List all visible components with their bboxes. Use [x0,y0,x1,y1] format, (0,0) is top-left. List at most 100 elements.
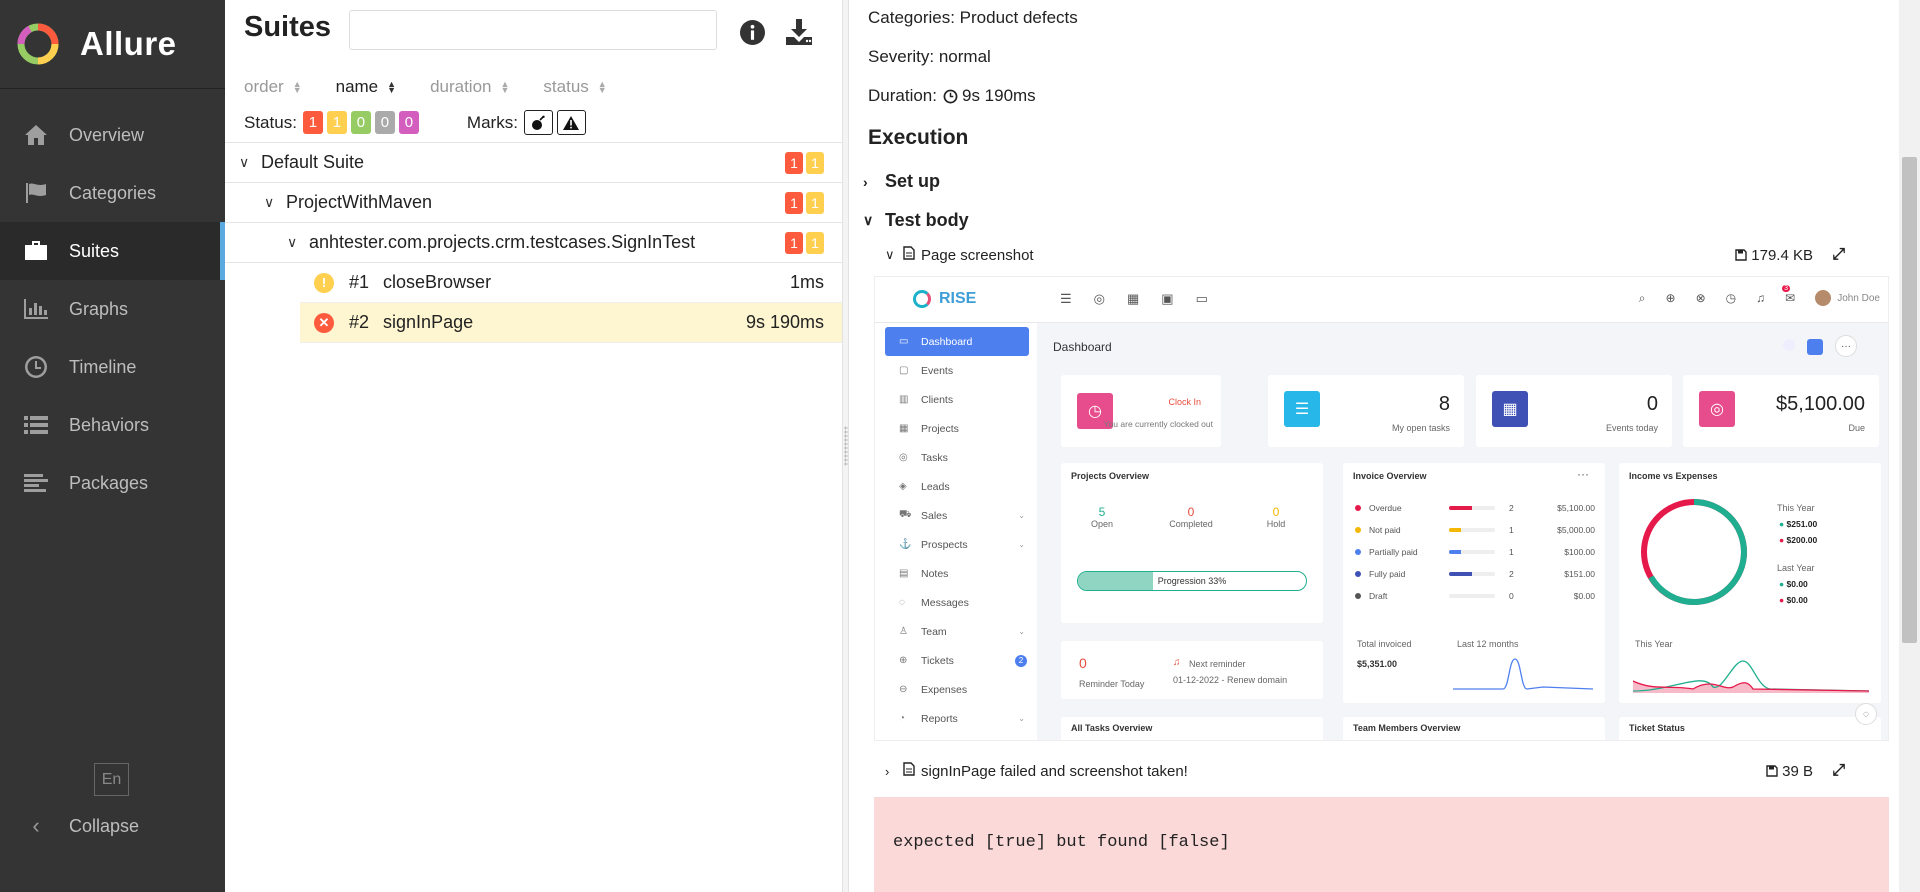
chevron-down-icon: ∨ [885,247,895,262]
screenshot-nav-item: ⛟ Sales ⌄ [875,501,1037,530]
sidebar-item-label: Packages [69,472,149,493]
screenshot-nav-item: ♙ Team ⌄ [875,617,1037,646]
setup-section-toggle[interactable]: › Set up [863,171,940,192]
info-icon[interactable] [740,20,765,45]
chevron-down-icon: ∨ [863,212,874,228]
attachment-size: 179.4 KB [1735,247,1813,264]
status-dot-icon [1355,571,1361,577]
sidebar-item-graphs[interactable]: Graphs [0,280,225,338]
invoice-row-bar-fill [1449,572,1472,576]
tree-node-class[interactable]: ∨ anhtester.com.projects.crm.testcases.S… [225,223,842,263]
screenshot-nav-item: ⊕ Tickets 2 [875,646,1037,675]
bell-icon: ♫ [1173,657,1181,668]
tree-node-project[interactable]: ∨ ProjectWithMaven 1 1 [225,183,842,223]
this-income-value: $251.00 [1786,519,1818,529]
count-failed: 1 [785,231,803,254]
sidebar-item-categories[interactable]: Categories [0,164,225,222]
pane-splitter[interactable] [842,0,849,892]
reminder-label: Reminder Today [1079,679,1145,689]
screenshot-nav-item: ◈ Leads [875,472,1037,501]
status-failed-toggle[interactable]: 1 [302,111,323,134]
align-left-icon [22,471,50,495]
screenshot-nav-label: Clients [921,393,954,406]
status-dot-icon [1355,505,1361,511]
attachment-log-header[interactable]: › signInPage failed and screenshot taken… [885,759,1885,783]
expand-icon[interactable]: ⤢ [1832,246,1845,264]
status-skipped-toggle[interactable]: 0 [374,111,395,134]
scrollbar[interactable] [1899,0,1920,892]
home-icon [22,123,50,147]
test-case-row[interactable]: ! #1 closeBrowser 1ms [300,263,842,303]
sidebar-item-packages[interactable]: Packages [0,454,225,512]
screenshot-sidebar: ▭ Dashboard ▢ Events ▥ Clients ▦ Projects ◎ Tasks… [875,323,1037,740]
dot-icon [1783,339,1795,351]
warning-icon[interactable] [556,110,586,135]
test-body-section-toggle[interactable]: ∨ Test body [863,210,969,231]
projects-overview-card: Projects Overview 5 Open 0 Completed 0 H… [1061,463,1323,623]
file-icon [903,762,915,780]
page-title: Suites [244,11,332,43]
menu-icon: ☰ [1060,291,1072,306]
sort-status[interactable]: status ▲ ▼ [543,77,606,97]
grid-icon: ▦ [1127,291,1140,306]
test-details-pane: Categories: Product defects Severity: no… [849,0,1899,892]
flaky-bomb-icon[interactable] [523,110,553,135]
duration-label: Duration: [868,86,937,105]
sidebar-item-timeline[interactable]: Timeline [0,338,225,396]
red-dot-icon: ● [1779,535,1785,545]
attachment-screenshot-header[interactable]: ∨ Page screenshot 179.4 KB ⤢ [885,243,1885,267]
clock-card: ◷ Clock In You are currently clocked out [1061,375,1221,447]
sidebar-item-suites[interactable]: Suites [0,222,225,280]
sort-duration[interactable]: duration ▲ ▼ [430,77,509,97]
collapse-button[interactable]: ‹ Collapse [22,810,139,842]
income-chart-label: This Year [1635,639,1673,649]
income-donut-chart [1641,499,1747,605]
invoice-row-label: Draft [1369,591,1388,601]
chevron-down-icon: ⌄ [1018,714,1025,723]
events-value: 0 [1646,393,1658,415]
status-unknown-toggle[interactable]: 0 [398,111,419,134]
nav-icon: ⊖ [899,684,908,695]
last-expense-value: $0.00 [1786,595,1808,605]
search-input[interactable] [349,10,717,50]
screenshot-nav-label: Reports [921,712,958,725]
invoice-row-count: 1 [1509,547,1514,557]
sort-order[interactable]: order ▲ ▼ [244,77,302,97]
sidebar-item-label: Timeline [69,356,137,377]
screenshot-nav-item: ⚓ Prospects ⌄ [875,530,1037,559]
collapse-label: Collapse [69,815,140,836]
attachment-size-value: 179.4 KB [1751,246,1813,264]
open-tasks-value: 8 [1438,393,1450,415]
sidebar-item-overview[interactable]: Overview [0,106,225,164]
income-area-chart [1633,660,1869,693]
events-card: ▦ 0 Events today [1476,375,1672,447]
save-icon [1766,765,1778,777]
download-icon[interactable] [784,17,814,47]
invoice-row-label: Fully paid [1369,569,1406,579]
invoice-row-amount: $5,000.00 [1557,525,1595,535]
test-case-row-selected[interactable]: ✕ #2 signInPage 9s 190ms [300,303,842,343]
sort-name[interactable]: name ▲ ▼ [336,77,396,97]
tree-node-counts: 1 1 [782,151,824,174]
test-case-number: #1 [349,272,370,292]
invoice-overview-card: Invoice Overview ··· Overdue 2 $5,100.00 No… [1343,463,1605,703]
monitor-icon: ▭ [1195,291,1208,306]
green-dot-icon: ● [1779,579,1785,589]
nav-icon: ♙ [899,626,908,637]
scrollbar-thumb[interactable] [1902,157,1917,643]
sidebar-item-behaviors[interactable]: Behaviors [0,396,225,454]
reminder-value: 0 [1079,655,1087,671]
status-broken-toggle[interactable]: 1 [326,111,347,134]
income-last-year-expense: ● $0.00 [1779,595,1808,605]
drag-handle-icon[interactable] [844,426,848,466]
expand-icon[interactable]: ⤢ [1832,762,1845,780]
bar-chart-icon [22,297,50,321]
rise-logo-icon [913,290,931,308]
tree-node-suite[interactable]: ∨ Default Suite 1 1 [225,143,842,183]
status-passed-toggle[interactable]: 0 [350,111,371,134]
chevron-down-icon: ⌄ [1018,540,1025,549]
brand[interactable]: Allure [0,0,225,89]
language-button[interactable]: En [94,763,129,796]
tickets-badge: 2 [1015,654,1027,667]
screenshot-topbar: RISE ☰ ◎ ▦ ▣ ▭ ⌕ ⊕ ⊗ ◷ ♫ 3 ✉ John Doe [875,277,1888,323]
